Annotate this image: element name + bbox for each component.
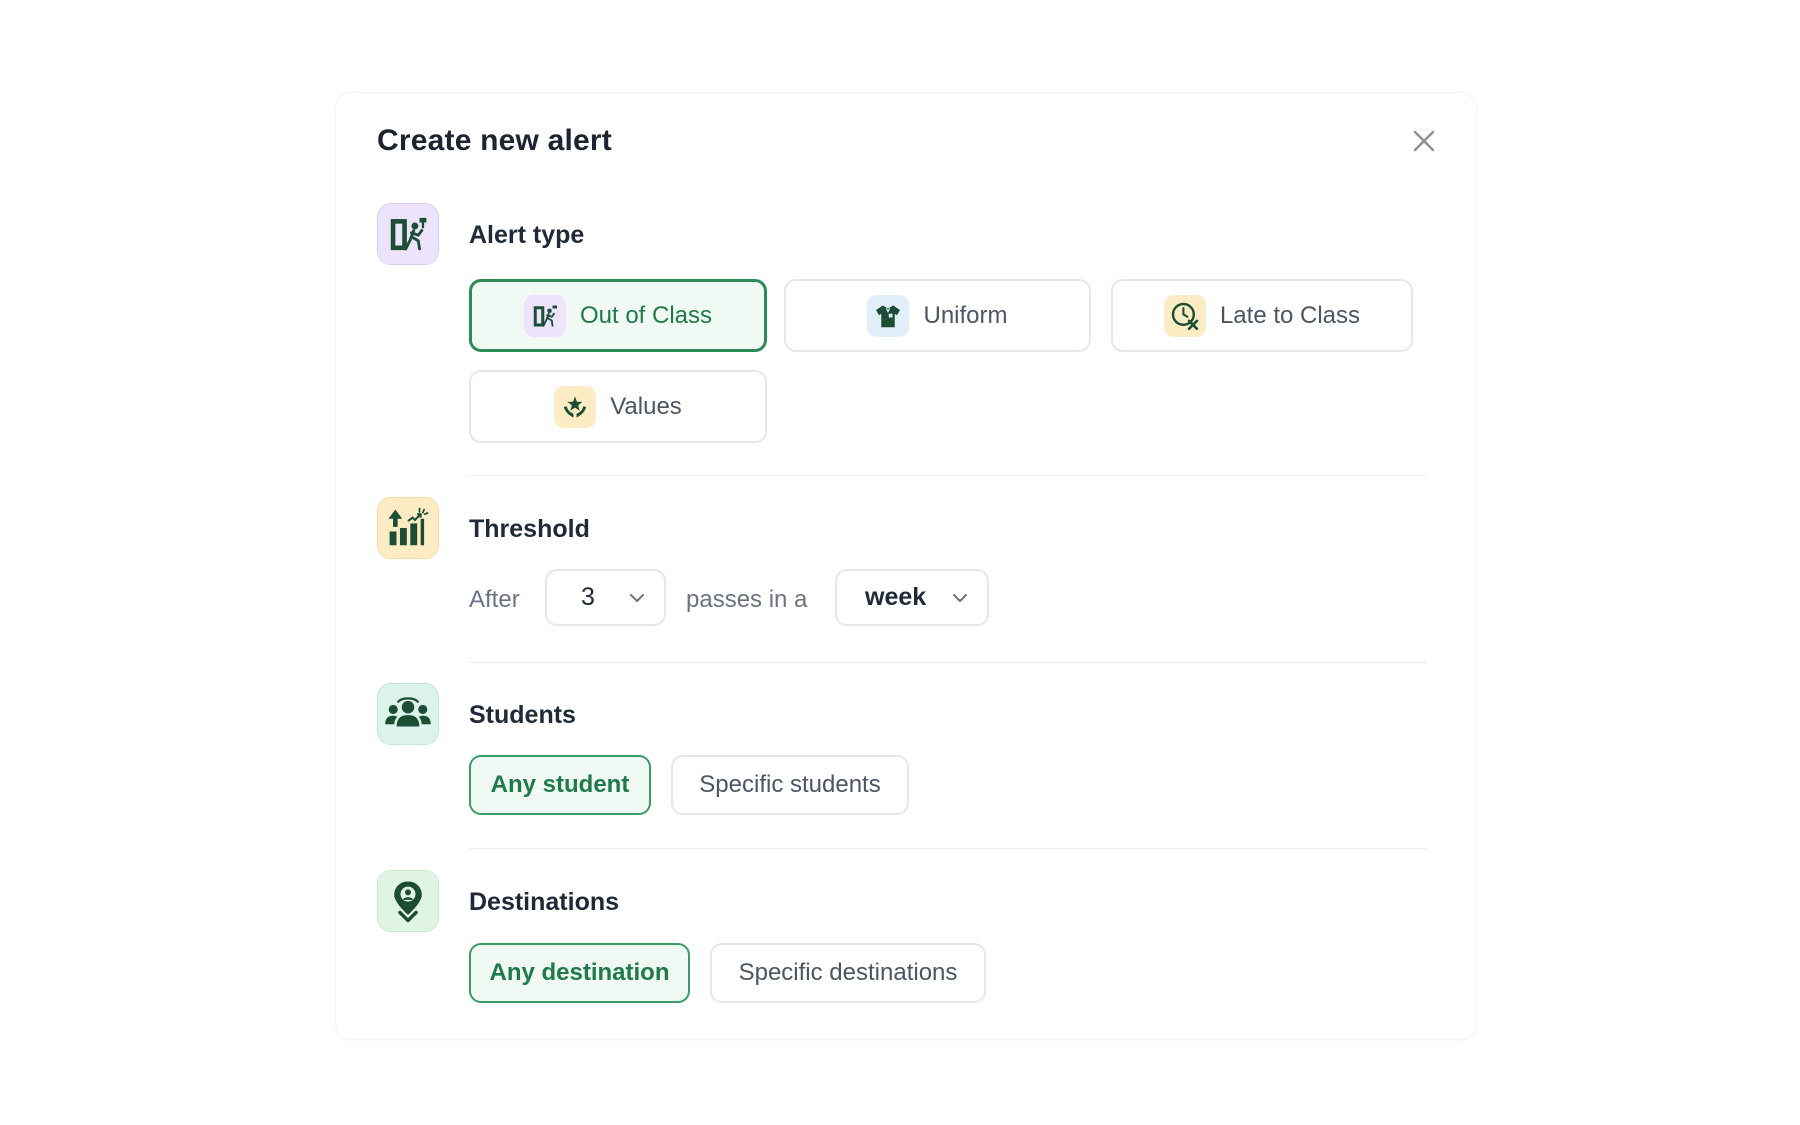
students-title: Students (469, 701, 576, 729)
section-divider (469, 662, 1426, 663)
any-destination-chip[interactable]: Any destination (469, 943, 690, 1003)
alert-type-label: Values (610, 392, 682, 420)
threshold-period-value: week (865, 583, 927, 611)
alert-type-title: Alert type (469, 221, 585, 249)
destinations-title: Destinations (469, 888, 620, 916)
threshold-middle-text: passes in a (686, 586, 808, 613)
student-group-icon (385, 697, 431, 727)
close-icon (1413, 130, 1435, 152)
map-pin-icon (394, 881, 422, 923)
alert-type-out-of-class[interactable]: Out of Class (469, 279, 767, 352)
any-student-chip[interactable]: Any student (469, 755, 651, 815)
late-clock-icon (1163, 294, 1206, 337)
section-divider (469, 475, 1426, 476)
threshold-prefix: After (469, 586, 520, 613)
exit-door-icon (390, 217, 427, 251)
threshold-count-value: 3 (581, 583, 595, 611)
close-button[interactable] (1406, 123, 1442, 159)
specific-destinations-chip[interactable]: Specific destinations (710, 943, 986, 1003)
destinations-section-icon (377, 870, 439, 932)
alert-type-late-to-class[interactable]: Late to Class (1111, 279, 1413, 352)
specific-students-chip[interactable]: Specific students (671, 755, 909, 815)
modal-title: Create new alert (377, 124, 612, 157)
alert-type-section-icon (377, 203, 439, 265)
star-hands-icon (554, 385, 597, 428)
alert-type-uniform[interactable]: Uniform (784, 279, 1091, 352)
threshold-title: Threshold (469, 515, 590, 543)
rising-bars-icon (388, 507, 429, 546)
threshold-count-select[interactable]: 3 (545, 569, 666, 626)
chevron-down-icon (953, 593, 967, 602)
students-section-icon (377, 683, 439, 745)
threshold-section-icon (377, 497, 439, 559)
alert-type-label: Out of Class (579, 301, 713, 329)
chevron-down-icon (630, 593, 644, 602)
shirt-icon (867, 294, 910, 337)
create-alert-modal: Create new alert Alert type Out of Class… (335, 92, 1477, 1040)
alert-type-values[interactable]: Values (469, 370, 767, 443)
exit-door-icon (523, 294, 566, 337)
threshold-period-select[interactable]: week (835, 569, 989, 626)
alert-type-label: Late to Class (1219, 301, 1361, 329)
section-divider (469, 848, 1426, 849)
alert-type-label: Uniform (923, 301, 1008, 329)
